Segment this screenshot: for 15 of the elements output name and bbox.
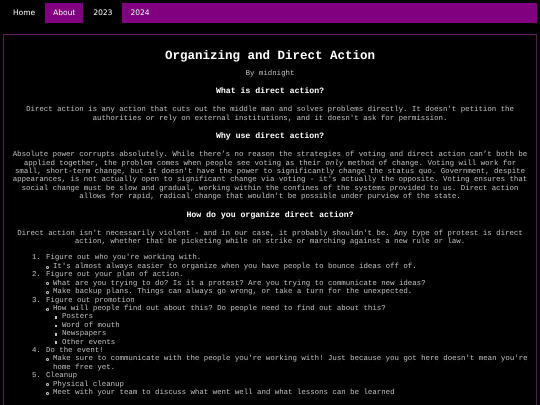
article-title: Organizing and Direct Action [164, 49, 376, 63]
section-heading: Why use direct action? [214, 132, 326, 142]
square-bullet-icon [54, 324, 58, 328]
section-heading: How do you organize direct action? [185, 210, 355, 221]
square-bullet-icon [54, 316, 58, 319]
section-heading: What is direct action? [214, 87, 326, 98]
circle-bullet-icon [46, 266, 48, 269]
circle-bullet-icon [46, 392, 48, 395]
circle-bullet-icon [46, 358, 48, 362]
square-bullet-icon [54, 333, 58, 336]
circle-bullet-icon [46, 383, 48, 386]
circle-bullet-icon [46, 308, 48, 311]
circle-bullet-icon [46, 290, 48, 294]
circle-bullet-icon [46, 282, 48, 286]
square-bullet-icon [54, 341, 58, 344]
